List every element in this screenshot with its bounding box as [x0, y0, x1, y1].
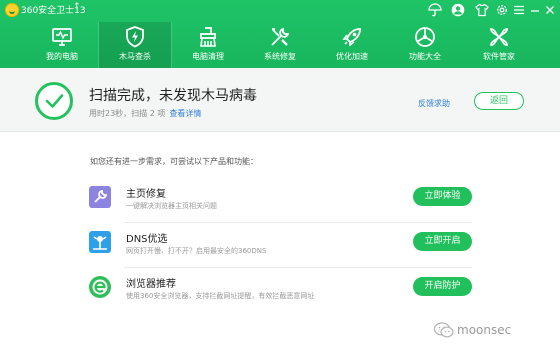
try-now-button[interactable]: 立即体验 — [413, 187, 472, 206]
close-icon[interactable] — [543, 3, 557, 17]
suggestion-title: DNS优选 — [126, 234, 168, 245]
menu-icon[interactable] — [512, 3, 526, 17]
user-icon[interactable] — [451, 3, 465, 17]
suggestion-desc: 网页打开慢、打不开？启用最安全的360DNS — [126, 247, 267, 255]
nav-trojan-scan[interactable]: 木马查杀 — [99, 22, 171, 68]
nav-label: 电脑清理 — [192, 52, 224, 61]
success-check-icon — [35, 82, 73, 120]
nav-label: 功能大全 — [409, 52, 441, 61]
shirt-icon[interactable] — [475, 3, 489, 17]
suggestion-desc: 一键解决浏览器主页相关问题 — [126, 202, 217, 210]
homepage-repair-icon — [88, 185, 112, 209]
enable-now-button[interactable]: 立即开启 — [413, 232, 472, 251]
nav-pc-cleanup[interactable]: 电脑清理 — [172, 22, 244, 68]
scan-result-summary: 用时23秒，扫描 2 项查看详情 — [89, 108, 201, 119]
rocket-icon — [340, 25, 364, 49]
scan-stats: 用时23秒，扫描 2 项 — [89, 109, 166, 118]
row-divider — [124, 267, 472, 268]
scan-result-panel: 扫描完成，未发现木马病毒 用时23秒，扫描 2 项查看详情 反馈求助 返回 — [0, 68, 560, 132]
umbrella-icon[interactable] — [428, 3, 442, 17]
app-logo-icon — [5, 3, 19, 17]
nav-system-repair[interactable]: 系统修复 — [244, 22, 316, 68]
suggestion-title: 主页修复 — [126, 189, 166, 200]
main-nav: 我的电脑 木马查杀 电脑清理 系统修复 优化加速 功能大全 软件管家 — [0, 22, 560, 68]
broom-icon — [196, 25, 220, 49]
upgrade-arrow-icon[interactable]: ↑ — [73, 2, 81, 12]
nav-all-features[interactable]: 功能大全 — [389, 22, 461, 68]
dns-icon — [88, 230, 112, 254]
title-bar: 360安全卫士13 ↑ — [0, 0, 560, 20]
suggestion-row-homepage-repair: 主页修复 一键解决浏览器主页相关问题 立即体验 — [88, 183, 472, 223]
browser-icon — [88, 275, 112, 299]
nav-label: 我的电脑 — [46, 52, 78, 61]
feedback-link[interactable]: 反馈求助 — [418, 98, 450, 109]
suggestion-row-dns: DNS优选 网页打开慢、打不开？启用最安全的360DNS 立即开启 — [88, 228, 472, 268]
nav-label: 优化加速 — [336, 52, 368, 61]
settings-icon[interactable] — [495, 3, 509, 17]
enable-protection-button[interactable]: 开启防护 — [413, 277, 472, 296]
suggestions-hint: 如您还有进一步需求，可尝试以下产品和功能： — [90, 157, 258, 166]
nav-my-computer[interactable]: 我的电脑 — [26, 22, 98, 68]
suggestion-row-browser: 浏览器推荐 使用360安全浏览器，支持拦截网址提醒，有效拦截恶意网址 开启防护 — [88, 273, 472, 313]
nav-speedup[interactable]: 优化加速 — [316, 22, 388, 68]
return-button[interactable]: 返回 — [474, 92, 524, 110]
software-icon — [487, 25, 511, 49]
row-divider — [124, 222, 472, 223]
wechat-icon — [433, 321, 455, 339]
monitor-icon — [50, 25, 74, 49]
minimize-icon[interactable] — [528, 3, 542, 17]
nav-label: 系统修复 — [264, 52, 296, 61]
watermark-text: moonsec — [457, 323, 512, 337]
shield-icon — [123, 25, 147, 49]
suggestion-desc: 使用360安全浏览器，支持拦截网址提醒，有效拦截恶意网址 — [126, 292, 315, 300]
tools-icon — [268, 25, 292, 49]
nav-label: 木马查杀 — [119, 52, 151, 61]
nav-label: 软件管家 — [483, 52, 515, 61]
view-details-link[interactable]: 查看详情 — [169, 109, 201, 118]
nav-software-manager[interactable]: 软件管家 — [463, 22, 535, 68]
top-header: 360安全卫士13 ↑ 我的电脑 木马查杀 电脑清理 系统修复 优化加速 功能大… — [0, 0, 560, 68]
scan-result-title: 扫描完成，未发现木马病毒 — [89, 88, 257, 104]
suggestion-title: 浏览器推荐 — [126, 279, 176, 290]
apps-icon — [413, 25, 437, 49]
